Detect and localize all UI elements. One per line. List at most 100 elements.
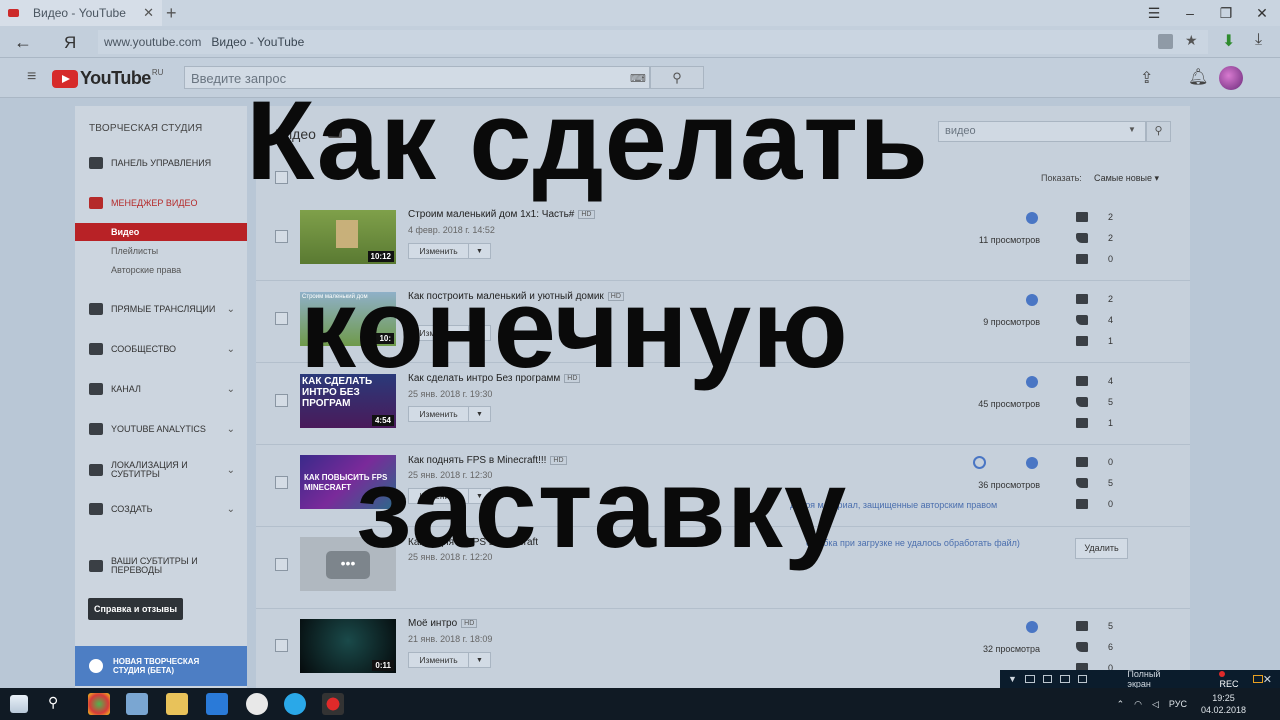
likes-stat[interactable]: 5 bbox=[1076, 476, 1116, 490]
edit-button[interactable]: Изменить ▼ bbox=[408, 406, 491, 422]
chevron-down-icon[interactable]: ▼ bbox=[1128, 125, 1136, 134]
row-checkbox[interactable] bbox=[275, 394, 288, 407]
recorder-menu-icon[interactable]: ▼ bbox=[1008, 674, 1017, 684]
dislikes-stat[interactable]: 1 bbox=[1076, 416, 1116, 430]
video-search-button[interactable]: ⚲ bbox=[1146, 121, 1171, 142]
download-arrow-icon[interactable]: ⬇ bbox=[1222, 31, 1235, 51]
sidebar-item-create[interactable]: СОЗДАТЬ ⌄ bbox=[75, 499, 247, 519]
close-window-icon[interactable]: ✕ bbox=[1244, 5, 1280, 22]
row-checkbox[interactable] bbox=[275, 639, 288, 652]
comments-stat[interactable]: 4 bbox=[1076, 374, 1116, 388]
browser-tab-bar bbox=[0, 0, 1280, 26]
recorder-app-icon[interactable] bbox=[322, 693, 344, 715]
search-icon: ⚲ bbox=[1154, 125, 1163, 137]
gear-icon bbox=[89, 659, 103, 673]
sidebar-item-localization[interactable]: ЛОКАЛИЗАЦИЯ И СУБТИТРЫ ⌄ bbox=[75, 459, 247, 481]
region-mode-icon[interactable] bbox=[1042, 675, 1053, 683]
delete-button[interactable]: Удалить bbox=[1075, 538, 1128, 559]
wifi-icon[interactable]: ◠ bbox=[1134, 699, 1142, 710]
copyright-icon[interactable] bbox=[973, 456, 986, 469]
comments-stat[interactable]: 0 bbox=[1076, 455, 1116, 469]
sidebar-item-community[interactable]: СООБЩЕСТВО ⌄ bbox=[75, 339, 247, 359]
upload-icon[interactable]: ⇪ bbox=[1140, 68, 1153, 88]
app-icon[interactable] bbox=[126, 693, 148, 715]
sort-value: Самые новые bbox=[1094, 173, 1152, 183]
sidebar-item-analytics[interactable]: YOUTUBE ANALYTICS ⌄ bbox=[75, 419, 247, 439]
sidebar-item-dashboard[interactable]: ПАНЕЛЬ УПРАВЛЕНИЯ bbox=[75, 153, 247, 173]
menu-icon[interactable]: ☰ bbox=[1136, 5, 1172, 22]
file-explorer-icon[interactable] bbox=[166, 693, 188, 715]
clock-date: 04.02.2018 bbox=[1200, 705, 1246, 715]
likes-stat[interactable]: 4 bbox=[1076, 313, 1116, 327]
new-tab-icon[interactable]: + bbox=[166, 3, 177, 24]
likes-stat[interactable]: 2 bbox=[1076, 231, 1116, 245]
dislikes-count: 0 bbox=[1108, 499, 1114, 509]
window-mode-icon[interactable] bbox=[1024, 675, 1035, 683]
row-checkbox[interactable] bbox=[275, 230, 288, 243]
tray-chevron-icon[interactable]: ⌃ bbox=[1117, 699, 1125, 710]
lock-icon[interactable] bbox=[1158, 34, 1173, 49]
row-checkbox[interactable] bbox=[275, 476, 288, 489]
chrome-icon[interactable] bbox=[88, 693, 110, 715]
video-thumbnail[interactable]: 0:11 bbox=[300, 619, 396, 673]
edge-icon[interactable] bbox=[206, 693, 228, 715]
select-area-icon[interactable] bbox=[1077, 675, 1088, 683]
language-indicator[interactable]: РУС bbox=[1169, 699, 1187, 709]
dislikes-stat[interactable]: 0 bbox=[1076, 252, 1116, 266]
edit-button[interactable]: Изменить ▼ bbox=[408, 652, 491, 668]
likes-stat[interactable]: 5 bbox=[1076, 395, 1116, 409]
chevron-down-icon[interactable]: ▼ bbox=[469, 411, 490, 418]
minimize-icon[interactable]: – bbox=[1172, 5, 1208, 21]
camera-icon[interactable] bbox=[1253, 675, 1263, 683]
sort-dropdown[interactable]: Самые новые ▾ bbox=[1094, 173, 1159, 184]
close-tab-icon[interactable]: ✕ bbox=[143, 5, 154, 21]
video-search-input[interactable]: видео bbox=[938, 121, 1146, 142]
video-title-link[interactable]: Моё интро HD bbox=[408, 618, 478, 629]
yandex-browser-icon[interactable] bbox=[246, 693, 268, 715]
sidebar-subitem-videos[interactable]: Видео bbox=[75, 223, 247, 241]
avatar[interactable] bbox=[1219, 66, 1243, 90]
clock[interactable]: 19:25 04.02.2018 bbox=[1201, 692, 1246, 716]
fullscreen-label[interactable]: Полный экран bbox=[1127, 669, 1183, 689]
video-date: 21 янв. 2018 г. 18:09 bbox=[408, 634, 493, 644]
edit-button[interactable]: Изменить ▼ bbox=[408, 243, 491, 259]
back-arrow-icon[interactable]: ← bbox=[14, 32, 32, 53]
skype-icon[interactable] bbox=[284, 693, 306, 715]
comments-stat[interactable]: 5 bbox=[1076, 619, 1116, 633]
sidebar-item-channel[interactable]: КАНАЛ ⌄ bbox=[75, 379, 247, 399]
volume-icon[interactable]: ◁ bbox=[1152, 699, 1159, 710]
dislikes-count: 1 bbox=[1108, 336, 1114, 346]
downloads-icon[interactable]: ⤓ bbox=[1255, 31, 1262, 49]
zoom-icon[interactable] bbox=[1060, 675, 1070, 683]
sidebar-item-your-subtitles[interactable]: ВАШИ СУБТИТРЫ И ПЕРЕВОДЫ bbox=[75, 555, 247, 577]
dislikes-stat[interactable]: 0 bbox=[1076, 497, 1116, 511]
row-checkbox[interactable] bbox=[275, 558, 288, 571]
windows-start-icon[interactable] bbox=[10, 695, 28, 713]
restore-icon[interactable]: ❐ bbox=[1208, 5, 1244, 22]
record-button[interactable]: REC bbox=[1219, 669, 1245, 689]
video-thumbnail[interactable]: 10:12 bbox=[300, 210, 396, 264]
comments-stat[interactable]: 2 bbox=[1076, 292, 1116, 306]
help-feedback-button[interactable]: Справка и отзывы bbox=[88, 598, 183, 620]
sidebar-item-video-manager[interactable]: МЕНЕДЖЕР ВИДЕО bbox=[75, 193, 247, 213]
sidebar-subitem-copyright[interactable]: Авторские права bbox=[75, 261, 247, 279]
chevron-down-icon[interactable]: ▼ bbox=[469, 248, 490, 255]
bookmark-star-icon[interactable]: ★ bbox=[1185, 32, 1198, 49]
hamburger-menu-icon[interactable]: ≡ bbox=[27, 68, 36, 86]
browser-tab[interactable]: Видео - YouTube ✕ bbox=[0, 0, 162, 26]
youtube-logo[interactable]: YouTube RU bbox=[52, 68, 163, 89]
sidebar-subitem-playlists[interactable]: Плейлисты bbox=[75, 242, 247, 260]
notifications-bell-icon[interactable]: 🔔︎ bbox=[1188, 67, 1208, 87]
close-recorder-icon[interactable]: ✕ bbox=[1263, 673, 1272, 686]
likes-stat[interactable]: 6 bbox=[1076, 640, 1116, 654]
new-studio-beta-button[interactable]: НОВАЯ ТВОРЧЕСКАЯ СТУДИЯ (БЕТА) bbox=[75, 646, 247, 686]
search-icon[interactable]: ⚲ bbox=[48, 694, 70, 716]
url-field[interactable]: www.youtube.com Видео - YouTube bbox=[98, 30, 1208, 54]
comments-stat[interactable]: 2 bbox=[1076, 210, 1116, 224]
video-title-link[interactable]: Строим маленький дом 1х1: Часть# HD bbox=[408, 209, 595, 220]
chevron-down-icon[interactable]: ▼ bbox=[469, 657, 490, 664]
yandex-logo-icon[interactable]: Я bbox=[64, 33, 76, 53]
row-checkbox[interactable] bbox=[275, 312, 288, 325]
sidebar-item-live[interactable]: ПРЯМЫЕ ТРАНСЛЯЦИИ ⌄ bbox=[75, 299, 247, 319]
dislikes-stat[interactable]: 1 bbox=[1076, 334, 1116, 348]
